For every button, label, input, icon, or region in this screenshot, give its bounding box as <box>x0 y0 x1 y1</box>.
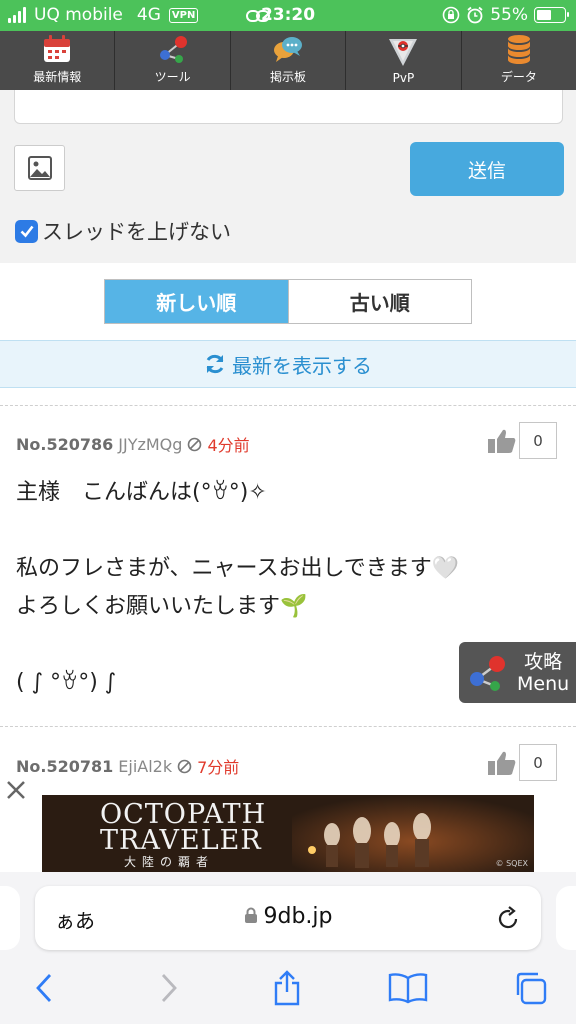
no-bump-checkbox[interactable] <box>15 219 38 243</box>
no-bump-label: スレッドを上げない <box>42 220 231 244</box>
top-nav: 最新情報 ツール 掲示板 PvP データ <box>0 31 576 90</box>
ad-subtitle: 大陸の覇者 <box>124 855 215 869</box>
reload-icon[interactable] <box>495 906 521 932</box>
tabs-button[interactable] <box>510 968 550 1008</box>
guide-menu-line1: 攻略 <box>524 650 563 673</box>
nav-item-pvp[interactable]: PvP <box>346 31 462 90</box>
battery-percent: 55% <box>490 5 528 25</box>
chevron-right-icon <box>161 974 177 1002</box>
nav-label: PvP <box>392 71 415 85</box>
thumbs-up-icon[interactable] <box>487 750 517 776</box>
ad-copyright: © SQEX <box>495 859 528 868</box>
lock-icon <box>244 907 257 923</box>
comment-textarea[interactable] <box>14 90 563 124</box>
guide-menu-button[interactable]: 攻略 Menu <box>459 642 576 703</box>
nav-item-data[interactable]: データ <box>462 31 576 90</box>
share-nodes-icon <box>156 32 190 66</box>
guide-menu-label: 攻略 Menu <box>517 651 569 695</box>
url-text: 9db.jp <box>263 904 333 929</box>
post-header: No.520781 EjiAl2k 7分前 <box>16 754 239 778</box>
post-user-id: EjiAl2k <box>118 756 173 776</box>
sort-tabs: 新しい順 古い順 <box>104 279 472 324</box>
chain-link-icon <box>246 10 270 22</box>
share-nodes-icon <box>470 655 505 691</box>
no-bump-checkbox-row[interactable]: スレッドを上げない <box>15 216 231 246</box>
post-header: No.520786 JJYzMQg 4分前 <box>16 432 250 456</box>
share-button[interactable] <box>267 968 307 1008</box>
checkmark-icon <box>20 225 34 238</box>
browser-toolbar <box>0 962 576 1024</box>
next-tab-card[interactable] <box>556 886 576 950</box>
address-bar[interactable]: ぁあ 9db.jp <box>35 886 541 950</box>
page-content: 送信 スレッドを上げない 新しい順 古い順 最新を表示する No.520786 … <box>0 90 576 872</box>
post-time: 7分前 <box>197 758 240 777</box>
league-badge-icon <box>386 35 420 69</box>
attach-image-button[interactable] <box>14 145 65 191</box>
status-bar: UQ mobile 4G VPN 23:20 55% <box>0 0 576 31</box>
close-ad-icon[interactable] <box>4 778 28 802</box>
screen-lock-icon <box>442 6 460 24</box>
book-icon <box>388 973 428 1004</box>
like-control: 0 <box>487 422 557 459</box>
bookmarks-button[interactable] <box>388 968 428 1008</box>
alarm-icon <box>467 6 483 24</box>
like-control: 0 <box>487 744 557 781</box>
share-icon <box>274 970 300 1006</box>
tab-newest[interactable]: 新しい順 <box>105 280 288 323</box>
post-number[interactable]: No.520781 <box>16 757 113 776</box>
forward-button[interactable] <box>149 968 189 1008</box>
show-latest-button[interactable]: 最新を表示する <box>0 340 576 388</box>
send-button[interactable]: 送信 <box>410 142 564 196</box>
post-time: 4分前 <box>207 436 250 455</box>
divider <box>0 405 576 406</box>
tabs-icon <box>516 972 547 1005</box>
chevron-left-icon <box>36 974 52 1002</box>
refresh-icon <box>206 354 224 374</box>
post-number[interactable]: No.520786 <box>16 435 113 454</box>
nav-item-tools[interactable]: ツール <box>115 31 231 90</box>
like-count: 0 <box>519 744 557 781</box>
calendar-icon <box>40 32 74 66</box>
nav-label: 掲示板 <box>270 70 307 84</box>
thumbs-up-icon[interactable] <box>487 428 517 454</box>
divider <box>0 726 576 727</box>
block-icon[interactable] <box>177 759 192 774</box>
block-icon[interactable] <box>187 437 202 452</box>
database-icon <box>502 32 536 66</box>
like-count: 0 <box>519 422 557 459</box>
nav-item-board[interactable]: 掲示板 <box>231 31 347 90</box>
nav-label: ツール <box>154 70 191 84</box>
tab-oldest[interactable]: 古い順 <box>287 280 471 323</box>
nav-label: データ <box>500 70 537 84</box>
chat-bubbles-icon <box>271 32 305 66</box>
battery-icon <box>534 7 569 23</box>
url-display[interactable]: 9db.jp <box>35 904 541 929</box>
ad-title-2: TRAVELER <box>100 825 262 856</box>
image-icon <box>27 156 52 180</box>
browser-bottom-bar: ぁあ 9db.jp <box>0 872 576 1024</box>
show-latest-label: 最新を表示する <box>232 353 372 378</box>
nav-item-news[interactable]: 最新情報 <box>0 31 116 90</box>
back-button[interactable] <box>24 968 64 1008</box>
previous-tab-card[interactable] <box>0 886 20 950</box>
post-form: 送信 スレッドを上げない <box>0 90 576 263</box>
guide-menu-line2: Menu <box>517 672 570 695</box>
advertisement-banner[interactable]: OCTOPATH TRAVELER 大陸の覇者 © SQEX <box>42 795 534 872</box>
nav-label: 最新情報 <box>33 70 82 84</box>
post-user-id: JJYzMQg <box>118 434 183 454</box>
